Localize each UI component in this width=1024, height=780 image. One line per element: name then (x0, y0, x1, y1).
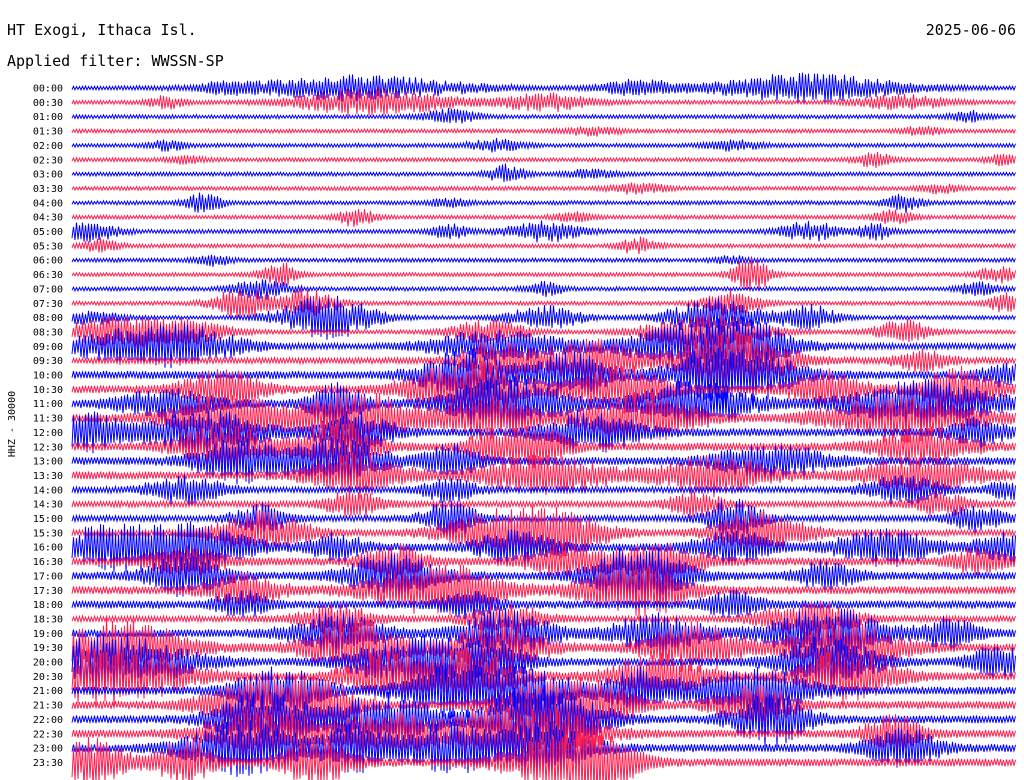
time-tick-label: 18:30 (33, 614, 63, 625)
time-tick-label: 09:00 (33, 342, 63, 353)
time-tick-label: 17:30 (33, 586, 63, 597)
time-tick-label: 13:30 (33, 471, 63, 482)
date-label: 2025-06-06 (926, 21, 1016, 39)
time-tick-label: 11:00 (33, 399, 63, 410)
time-tick-label: 09:30 (33, 356, 63, 367)
time-tick-label: 06:00 (33, 256, 63, 267)
time-tick-label: 20:30 (33, 672, 63, 683)
time-tick-label: 16:30 (33, 557, 63, 568)
time-tick-label: 07:30 (33, 299, 63, 310)
time-tick-label: 08:30 (33, 327, 63, 338)
time-tick-label: 04:30 (33, 213, 63, 224)
time-tick-label: 23:30 (33, 758, 63, 769)
time-tick-label: 11:30 (33, 414, 63, 425)
time-tick-label: 03:30 (33, 184, 63, 195)
time-tick-label: 16:00 (33, 543, 63, 554)
time-tick-label: 01:30 (33, 127, 63, 138)
time-tick-label: 05:00 (33, 227, 63, 238)
time-tick-label: 14:00 (33, 485, 63, 496)
time-tick-label: 21:30 (33, 701, 63, 712)
time-tick-label: 15:30 (33, 528, 63, 539)
time-tick-label: 18:00 (33, 600, 63, 611)
time-tick-label: 00:30 (33, 98, 63, 109)
time-tick-label: 22:00 (33, 715, 63, 726)
time-tick-label: 03:00 (33, 170, 63, 181)
time-tick-label: 23:00 (33, 744, 63, 755)
time-tick-label: 13:00 (33, 457, 63, 468)
time-tick-label: 12:00 (33, 428, 63, 439)
time-tick-label: 17:00 (33, 571, 63, 582)
time-tick-label: 19:30 (33, 643, 63, 654)
time-tick-label: 06:30 (33, 270, 63, 281)
time-tick-label: 02:00 (33, 141, 63, 152)
time-tick-label: 00:00 (33, 84, 63, 95)
y-axis-label: HHZ - 30000 (7, 391, 18, 457)
time-tick-label: 20:00 (33, 658, 63, 669)
time-tick-label: 07:00 (33, 284, 63, 295)
time-tick-label: 10:30 (33, 385, 63, 396)
time-tick-label: 12:30 (33, 442, 63, 453)
time-tick-label: 15:00 (33, 514, 63, 525)
helicorder-chart: 00:00 00:30 01:00 01:30 02:00 02:30 03:00 03:30… (0, 0, 1024, 780)
time-tick-label: 01:00 (33, 112, 63, 123)
time-tick-label: 08:00 (33, 313, 63, 324)
time-tick-label: 22:30 (33, 729, 63, 740)
time-tick-label: 02:30 (33, 155, 63, 166)
time-tick-label: 10:00 (33, 371, 63, 382)
time-tick-label: 05:30 (33, 241, 63, 252)
filter-label: Applied filter: WWSSN-SP (7, 52, 224, 70)
time-tick-label: 19:00 (33, 629, 63, 640)
station-title: HT Exogi, Ithaca Isl. (7, 21, 197, 39)
time-tick-label: 04:00 (33, 198, 63, 209)
time-tick-label: 14:30 (33, 500, 63, 511)
time-tick-label: 21:00 (33, 686, 63, 697)
